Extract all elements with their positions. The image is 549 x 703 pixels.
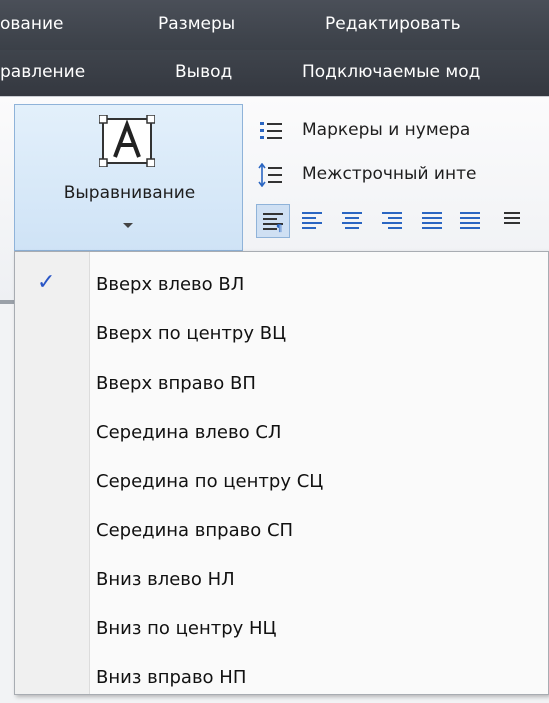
- menu-item-edit[interactable]: Редактировать: [325, 14, 461, 34]
- menu-item-alignment-option[interactable]: Вниз по центру НЦ: [15, 606, 548, 654]
- alignment-dropdown-menu: ✓ Вверх влево ВЛ Вверх по центру ВЦ Вверх в…: [14, 251, 549, 695]
- menu-item-label: Середина влево СЛ: [96, 422, 282, 443]
- menu-item-label: Вниз влево НЛ: [96, 569, 235, 590]
- menu-item-alignment-option[interactable]: Середина вправо СП: [15, 508, 548, 556]
- menu-item-dimensions[interactable]: Размеры: [158, 14, 235, 34]
- menu-item-management[interactable]: равление: [0, 62, 85, 82]
- alignment-button-label: Выравнивание: [63, 183, 196, 203]
- align-right-icon: [382, 212, 402, 229]
- more-align-button[interactable]: [496, 204, 530, 238]
- paragraph-align-toolbar: ¶: [250, 204, 549, 238]
- distribute-button[interactable]: [456, 204, 490, 238]
- menu-item-alignment-option[interactable]: Вверх по центру ВЦ: [15, 311, 548, 359]
- menu-item-alignment-option[interactable]: Вниз вправо НП: [15, 655, 548, 703]
- menu-item-label: Вверх влево ВЛ: [96, 274, 245, 295]
- menu-item-label: Вверх вправо ВП: [96, 373, 256, 394]
- alignment-button[interactable]: Выравнивание: [14, 104, 243, 251]
- line-spacing-icon: [258, 163, 282, 187]
- menu-item-label: Вниз по центру НЦ: [96, 618, 277, 639]
- menu-item-alignment-option[interactable]: Вниз влево НЛ: [15, 557, 548, 605]
- menu-item-plugins[interactable]: Подключаемые мод: [302, 62, 480, 82]
- chevron-down-icon: [123, 223, 133, 228]
- align-extra-icon: [504, 212, 520, 224]
- menu-item-label: Вверх по центру ВЦ: [96, 323, 287, 344]
- align-left-button[interactable]: [296, 204, 330, 238]
- bullets-numbering-label: Маркеры и нумера: [302, 120, 471, 140]
- menu-item-label: Вниз вправо НП: [96, 667, 247, 688]
- justify-button[interactable]: [416, 204, 450, 238]
- menu-item-label: Середина по центру СЦ: [96, 471, 324, 492]
- svg-text:¶: ¶: [276, 223, 282, 234]
- align-center-icon: [342, 212, 362, 229]
- menu-item-alignment-option[interactable]: Середина влево СЛ: [15, 410, 548, 458]
- line-spacing-label: Межстрочный инте: [302, 164, 477, 184]
- menubar-top: ование Размеры Редактировать: [0, 0, 549, 51]
- menu-item-alignment-option[interactable]: Вверх вправо ВП: [15, 361, 548, 409]
- bullet-list-icon: [260, 122, 282, 139]
- menu-item-alignment-option[interactable]: ✓ Вверх влево ВЛ: [15, 262, 548, 310]
- align-left-icon: [302, 212, 322, 229]
- menu-item-output[interactable]: Вывод: [175, 62, 232, 82]
- text-align-icon: [99, 115, 155, 167]
- justify-icon: [422, 212, 442, 229]
- menu-item-view[interactable]: ование: [0, 14, 63, 34]
- align-right-button[interactable]: [376, 204, 410, 238]
- menubar-second: равление Вывод Подключаемые мод: [0, 50, 549, 96]
- paragraph-align-icon: ¶: [263, 213, 283, 234]
- menu-item-alignment-option[interactable]: Середина по центру СЦ: [15, 459, 548, 507]
- align-paragraph-button[interactable]: ¶: [256, 204, 290, 238]
- checkmark-icon: ✓: [37, 270, 56, 295]
- distribute-icon: [460, 212, 480, 229]
- align-center-button[interactable]: [336, 204, 370, 238]
- menu-item-label: Середина вправо СП: [96, 520, 294, 541]
